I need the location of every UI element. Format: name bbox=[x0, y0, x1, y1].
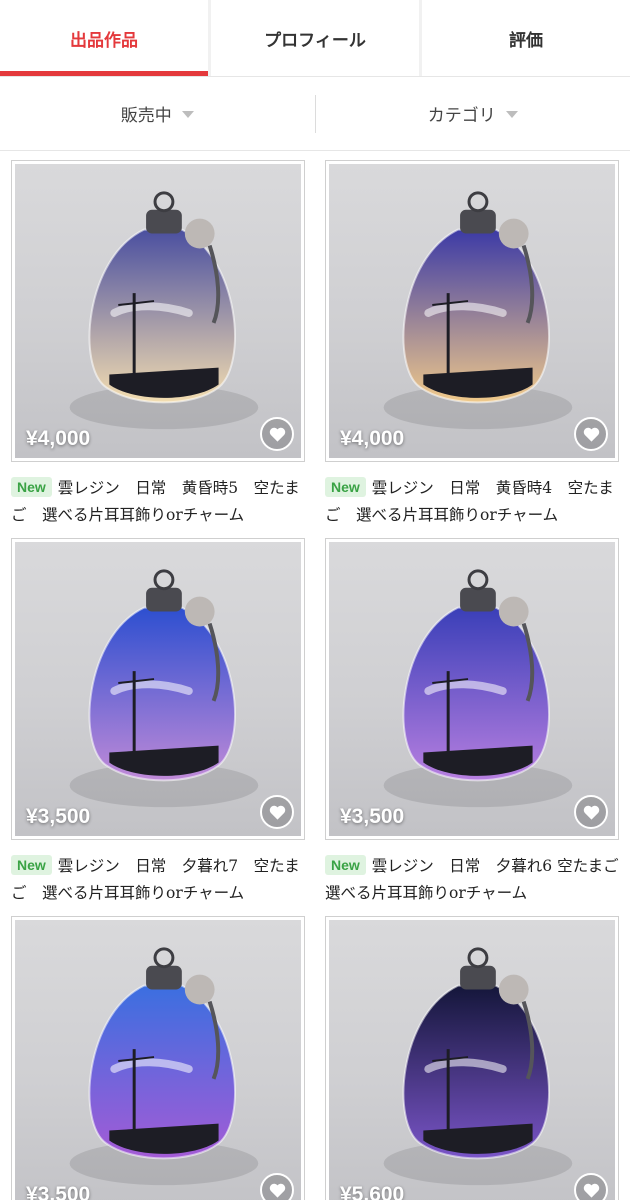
tab-listings[interactable]: 出品作品 bbox=[0, 0, 208, 76]
product-photo bbox=[329, 542, 615, 836]
heart-icon bbox=[269, 427, 285, 442]
new-badge: New bbox=[11, 477, 52, 497]
tab-profile[interactable]: プロフィール bbox=[211, 0, 419, 76]
product-thumbnail[interactable]: ¥4,000 bbox=[11, 160, 305, 462]
price-label: ¥4,000 bbox=[26, 427, 91, 450]
price-label: ¥3,500 bbox=[26, 805, 91, 828]
product-thumbnail[interactable]: ¥5,600 bbox=[325, 916, 619, 1200]
product-thumbnail[interactable]: ¥3,500 bbox=[325, 538, 619, 840]
product-photo bbox=[15, 542, 301, 836]
new-badge: New bbox=[11, 855, 52, 875]
chevron-down-icon bbox=[505, 111, 518, 118]
tab-profile-label: プロフィール bbox=[264, 30, 366, 51]
chevron-down-icon bbox=[181, 111, 194, 118]
like-button[interactable] bbox=[260, 795, 294, 829]
like-button[interactable] bbox=[574, 795, 608, 829]
heart-icon bbox=[583, 1183, 599, 1198]
product-title[interactable]: New 雲レジン 日常 黄昏時5 空たまご 選べる片耳耳飾りorチャーム bbox=[11, 475, 311, 529]
filter-bar: 販売中 カテゴリ bbox=[0, 77, 630, 151]
category-filter-dropdown[interactable]: カテゴリ bbox=[316, 101, 630, 126]
product-thumbnail[interactable]: ¥3,500 bbox=[11, 916, 305, 1200]
product-thumbnail[interactable]: ¥4,000 bbox=[325, 160, 619, 462]
new-badge: New bbox=[325, 477, 366, 497]
heart-icon bbox=[583, 427, 599, 442]
pendant-illustration bbox=[383, 191, 573, 430]
product-title[interactable]: New 雲レジン 日常 夕暮れ6 空たまご 選べる片耳耳飾りorチャーム bbox=[325, 853, 630, 907]
product-title-text: 雲レジン 日常 黄昏時4 空たまご 選べる片耳耳飾りorチャーム bbox=[325, 479, 614, 524]
product-photo bbox=[15, 164, 301, 458]
tab-listings-label: 出品作品 bbox=[70, 30, 138, 51]
category-filter-label: カテゴリ bbox=[427, 106, 496, 126]
status-filter-dropdown[interactable]: 販売中 bbox=[0, 101, 315, 126]
tab-bar: 出品作品 プロフィール 評価 bbox=[0, 0, 630, 76]
product-title-text: 雲レジン 日常 黄昏時5 空たまご 選べる片耳耳飾りorチャーム bbox=[11, 479, 300, 524]
pendant-illustration bbox=[69, 569, 259, 808]
pendant-illustration bbox=[69, 191, 259, 430]
like-button[interactable] bbox=[574, 1173, 608, 1200]
pendant-illustration bbox=[383, 947, 573, 1186]
product-title[interactable]: New 雲レジン 日常 黄昏時4 空たまご 選べる片耳耳飾りorチャーム bbox=[325, 475, 625, 529]
heart-icon bbox=[583, 805, 599, 820]
pendant-illustration bbox=[383, 569, 573, 808]
price-label: ¥5,600 bbox=[340, 1183, 405, 1200]
tab-reviews[interactable]: 評価 bbox=[422, 0, 630, 76]
price-label: ¥3,500 bbox=[340, 805, 405, 828]
product-photo bbox=[329, 164, 615, 458]
price-label: ¥3,500 bbox=[26, 1183, 91, 1200]
price-label: ¥4,000 bbox=[340, 427, 405, 450]
like-button[interactable] bbox=[574, 417, 608, 451]
tab-reviews-label: 評価 bbox=[509, 30, 543, 51]
product-title[interactable]: New 雲レジン 日常 夕暮れ7 空たまご 選べる片耳耳飾りorチャーム bbox=[11, 853, 311, 907]
heart-icon bbox=[269, 1183, 285, 1198]
new-badge: New bbox=[325, 855, 366, 875]
like-button[interactable] bbox=[260, 1173, 294, 1200]
pendant-illustration bbox=[69, 947, 259, 1186]
heart-icon bbox=[269, 805, 285, 820]
product-photo bbox=[15, 920, 301, 1200]
product-thumbnail[interactable]: ¥3,500 bbox=[11, 538, 305, 840]
product-title-text: 雲レジン 日常 夕暮れ6 空たまご 選べる片耳耳飾りorチャーム bbox=[325, 857, 630, 902]
product-title-text: 雲レジン 日常 夕暮れ7 空たまご 選べる片耳耳飾りorチャーム bbox=[11, 857, 300, 902]
like-button[interactable] bbox=[260, 417, 294, 451]
status-filter-label: 販売中 bbox=[120, 106, 172, 126]
product-photo bbox=[329, 920, 615, 1200]
